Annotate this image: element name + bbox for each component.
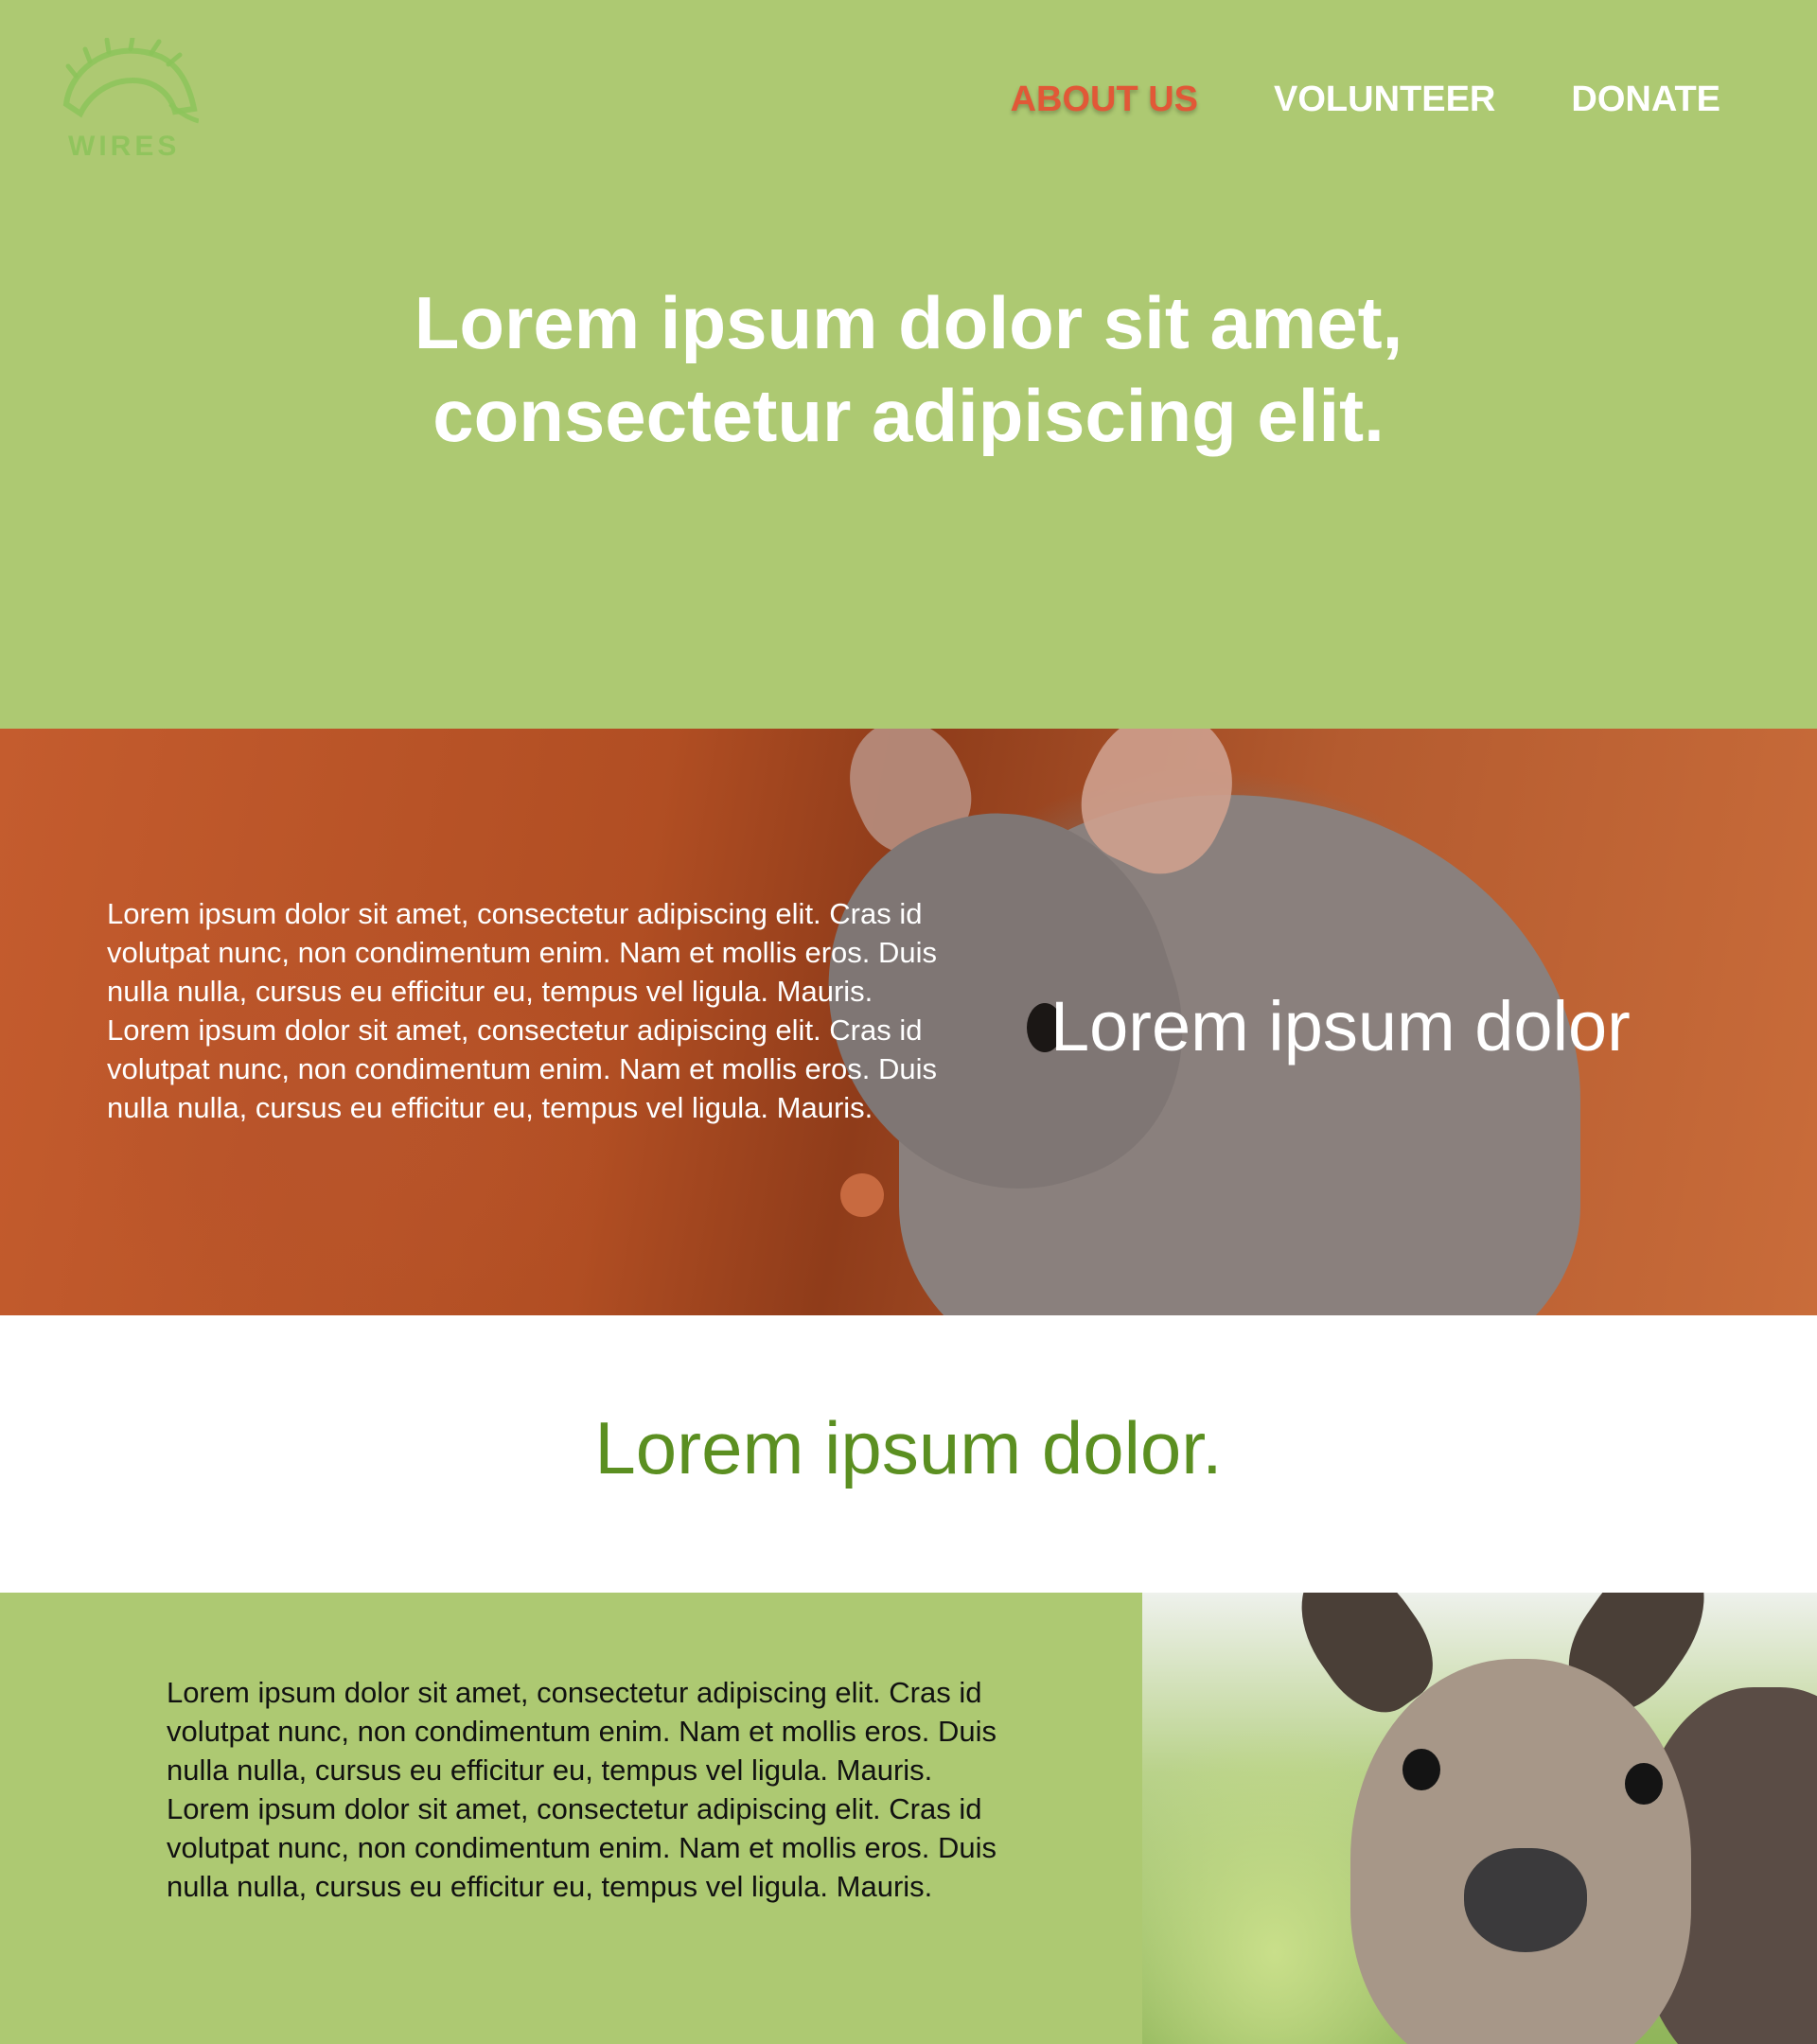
nav-about-us[interactable]: ABOUT US — [1011, 79, 1198, 120]
hero-title-line-1: Lorem ipsum dolor sit amet, — [414, 281, 1403, 364]
hero-title-line-2: consectetur adipiscing elit. — [432, 374, 1385, 457]
hero-section: WIRES ABOUT US VOLUNTEER DONATE Lorem ip… — [0, 0, 1817, 729]
info-section: Lorem ipsum dolor sit amet, consectetur … — [0, 1593, 1817, 2044]
kangaroo-photo — [1142, 1593, 1817, 2044]
nav-volunteer[interactable]: VOLUNTEER — [1274, 79, 1495, 120]
feature-body-text: Lorem ipsum dolor sit amet, consectetur … — [107, 897, 938, 1124]
nav-donate[interactable]: DONATE — [1571, 79, 1720, 120]
feature-title: Lorem ipsum dolor — [1050, 987, 1631, 1066]
logo-text: WIRES — [68, 131, 181, 162]
kangaroo-eye-shape — [1625, 1763, 1663, 1805]
main-nav: ABOUT US VOLUNTEER DONATE — [1011, 79, 1720, 120]
info-body-text: Lorem ipsum dolor sit amet, consectetur … — [167, 1676, 997, 1903]
kangaroo-eye-shape — [1402, 1749, 1440, 1790]
bilby-snout-shape — [840, 1173, 884, 1217]
section-title: Lorem ipsum dolor. — [594, 1406, 1223, 1489]
bilby-feature-band: Lorem ipsum dolor sit amet, consectetur … — [0, 729, 1817, 1315]
kangaroo-nose-shape — [1464, 1848, 1587, 1952]
wires-logo[interactable]: WIRES — [57, 35, 200, 170]
echidna-logo-icon — [62, 35, 200, 124]
hero-title: Lorem ipsum dolor sit amet, consectetur … — [0, 276, 1817, 462]
